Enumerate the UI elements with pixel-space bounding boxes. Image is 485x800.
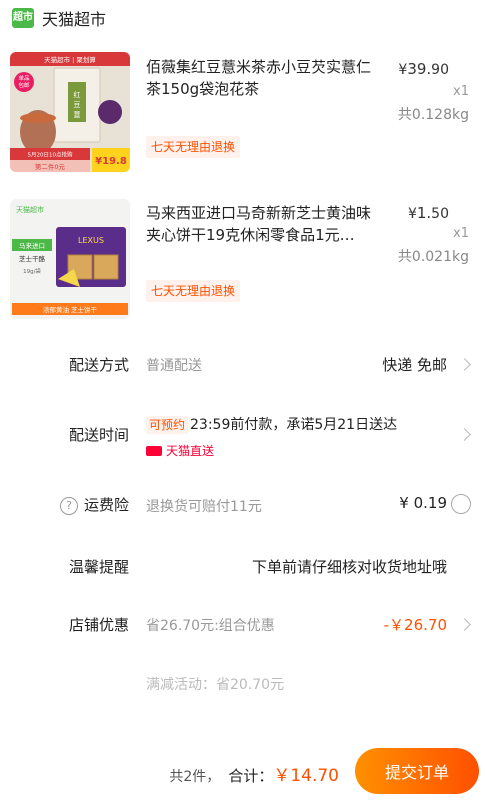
svg-text:薏: 薏 <box>74 110 81 119</box>
thumb-weight: 19g/袋 <box>23 267 41 275</box>
thumb-brand: 天猫超市 <box>16 205 44 214</box>
delivery-method-value: 普通配送 <box>146 358 202 374</box>
product-price: ¥39.90 <box>398 60 449 78</box>
product-item[interactable]: 天猫超市 | 聚划算 红 豆 薏 单品 包邮 5月20日10点抢购 第二件0元 … <box>0 52 485 188</box>
product-item[interactable]: 天猫超市 马来进口 芝士干酪 19g/袋 LEXUS 浓郁黄油 芝士饼干 马来西… <box>0 196 485 332</box>
shop-discount-label: 店铺优惠 <box>68 616 129 634</box>
svg-text:包邮: 包邮 <box>18 81 30 89</box>
shop-discount-value: 省26.70元:组合优惠 <box>146 618 275 634</box>
promotion-text: 满减活动：省20.70元 <box>146 677 285 693</box>
product-quantity: x1 <box>453 84 469 99</box>
product-weight: 共0.128kg <box>397 107 469 123</box>
delivery-method-label: 配送方式 <box>68 356 129 374</box>
return-policy-badge: 七天无理由退换 <box>146 280 241 302</box>
shop-discount-amount: -￥26.70 <box>383 616 447 634</box>
thumb-tag: 单品 <box>18 74 30 82</box>
total-amount: ￥14.70 <box>273 766 339 786</box>
thumb-brand-lexus: LEXUS <box>78 236 104 245</box>
red-bean-tea-image: 天猫超市 | 聚划算 红 豆 薏 单品 包邮 5月20日10点抢购 第二件0元 … <box>10 52 130 172</box>
tmall-cat-icon <box>146 445 162 456</box>
product-title[interactable]: 佰薇集红豆薏米茶赤小豆芡实薏仁茶150g袋泡花茶 <box>146 56 382 100</box>
product-thumbnail[interactable]: 天猫超市 马来进口 芝士干酪 19g/袋 LEXUS 浓郁黄油 芝士饼干 <box>10 199 130 319</box>
thumb-promo: 5月20日10点抢购 <box>28 151 73 159</box>
chevron-right-icon[interactable] <box>458 428 471 441</box>
reminder-label: 温馨提醒 <box>68 558 129 576</box>
return-policy-badge: 七天无理由退换 <box>146 136 241 158</box>
checkout-bar: 共2件， 合计：￥14.70 提交订单 <box>0 744 485 800</box>
shop-discount-row[interactable]: 店铺优惠 省26.70元:组合优惠 -￥26.70 <box>0 604 485 644</box>
delivery-time-value: 可预约 23:59前付款，承诺5月21日送达 <box>146 414 397 434</box>
thumb-name: 芝士干酪 <box>19 254 46 263</box>
thumb-origin: 马来进口 <box>19 242 45 250</box>
delivery-promise: 23:59前付款，承诺5月21日送达 <box>190 417 398 433</box>
store-header: 超市 天猫超市 <box>0 0 485 36</box>
order-summary: 共2件， 合计：￥14.70 <box>169 761 339 786</box>
product-title[interactable]: 马来西亚进口马奇新新芝士黄油味夹心饼干19克休闲零食品1元… <box>146 202 382 246</box>
delivery-fee: 快递 免邮 <box>382 356 447 374</box>
store-name[interactable]: 天猫超市 <box>42 6 106 30</box>
thumb-footer: 浓郁黄油 芝士饼干 <box>43 305 98 314</box>
insurance-radio[interactable] <box>451 494 471 514</box>
tmall-supermarket-logo: 超市 <box>12 8 34 28</box>
product-thumbnail[interactable]: 天猫超市 | 聚划算 红 豆 薏 单品 包邮 5月20日10点抢购 第二件0元 … <box>10 52 130 172</box>
reminder-row: 温馨提醒 下单前请仔细核对收货地址哦 <box>0 546 485 586</box>
cheese-biscuit-image: 天猫超市 马来进口 芝士干酪 19g/袋 LEXUS 浓郁黄油 芝士饼干 <box>10 199 130 319</box>
freight-insurance-row[interactable]: ? 运费险 退换货可赔付11元 ¥ 0.19 <box>0 480 485 528</box>
thumb-banner: 天猫超市 | 聚划算 <box>44 55 96 64</box>
thumb-price: ¥19.8 <box>95 156 127 167</box>
product-price: ¥1.50 <box>407 204 449 222</box>
thumb-second: 第二件0元 <box>35 162 66 171</box>
product-quantity: x1 <box>453 226 469 241</box>
item-count: 共2件， <box>169 769 221 785</box>
submit-order-button[interactable]: 提交订单 <box>355 748 479 794</box>
delivery-time-label: 配送时间 <box>68 426 129 444</box>
svg-text:红: 红 <box>74 90 81 99</box>
delivery-time-row[interactable]: 配送时间 可预约 23:59前付款，承诺5月21日送达 天猫直送 <box>0 404 485 464</box>
freight-insurance-value: 退换货可赔付11元 <box>146 499 262 515</box>
total-label: 合计： <box>228 767 274 785</box>
reminder-text: 下单前请仔细核对收货地址哦 <box>251 558 447 576</box>
svg-text:豆: 豆 <box>74 101 81 109</box>
chevron-right-icon[interactable] <box>458 618 471 631</box>
freight-insurance-price: ¥ 0.19 <box>399 494 447 512</box>
help-icon[interactable]: ? <box>59 496 78 515</box>
delivery-method-row[interactable]: 配送方式 普通配送 快递 免邮 <box>0 340 485 388</box>
product-weight: 共0.021kg <box>397 249 469 265</box>
preorder-tag: 可预约 <box>146 416 189 434</box>
tmall-direct-badge: 天猫直送 <box>146 442 214 459</box>
freight-insurance-label: ? 运费险 <box>59 494 129 515</box>
chevron-right-icon[interactable] <box>458 358 471 371</box>
